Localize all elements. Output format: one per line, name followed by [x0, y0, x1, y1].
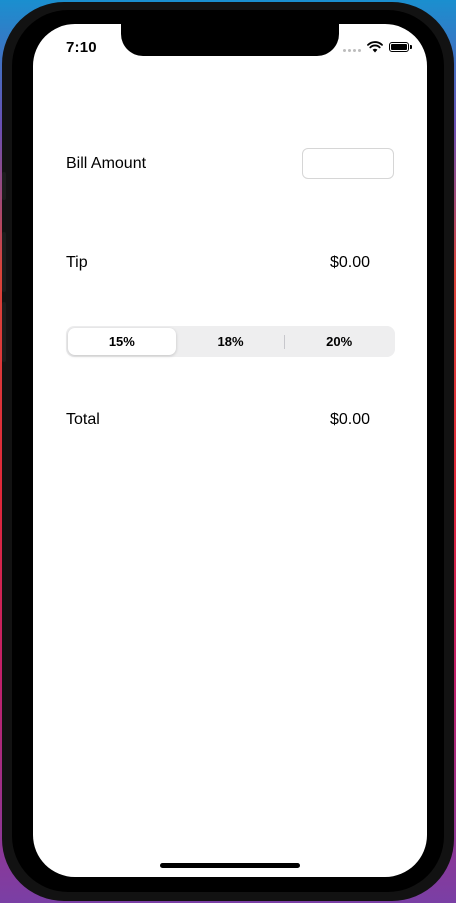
tip-segment-20[interactable]: 20% [285, 328, 393, 355]
wifi-icon [367, 41, 383, 53]
total-label: Total [66, 411, 100, 428]
tip-percentage-control[interactable]: 15% 18% 20% [66, 326, 395, 357]
tip-label: Tip [66, 254, 88, 271]
tip-segment-18[interactable]: 18% [177, 328, 285, 355]
app-screen: 7:10 Bill Amount Tip $0.00 15% 18% 20% T… [33, 24, 427, 877]
volume-up-button [2, 232, 6, 292]
total-amount: $0.00 [329, 411, 370, 428]
home-indicator[interactable] [160, 863, 300, 868]
tip-amount: $0.00 [329, 254, 370, 271]
status-icons [343, 41, 412, 53]
bill-amount-field[interactable] [302, 148, 394, 179]
status-time: 7:10 [66, 39, 97, 56]
tip-segment-15[interactable]: 15% [68, 328, 176, 355]
battery-icon [389, 42, 412, 52]
signal-icon [343, 42, 361, 52]
volume-down-button [2, 302, 6, 362]
notch [121, 24, 339, 56]
mute-switch [2, 172, 6, 200]
bill-amount-label: Bill Amount [66, 155, 147, 172]
